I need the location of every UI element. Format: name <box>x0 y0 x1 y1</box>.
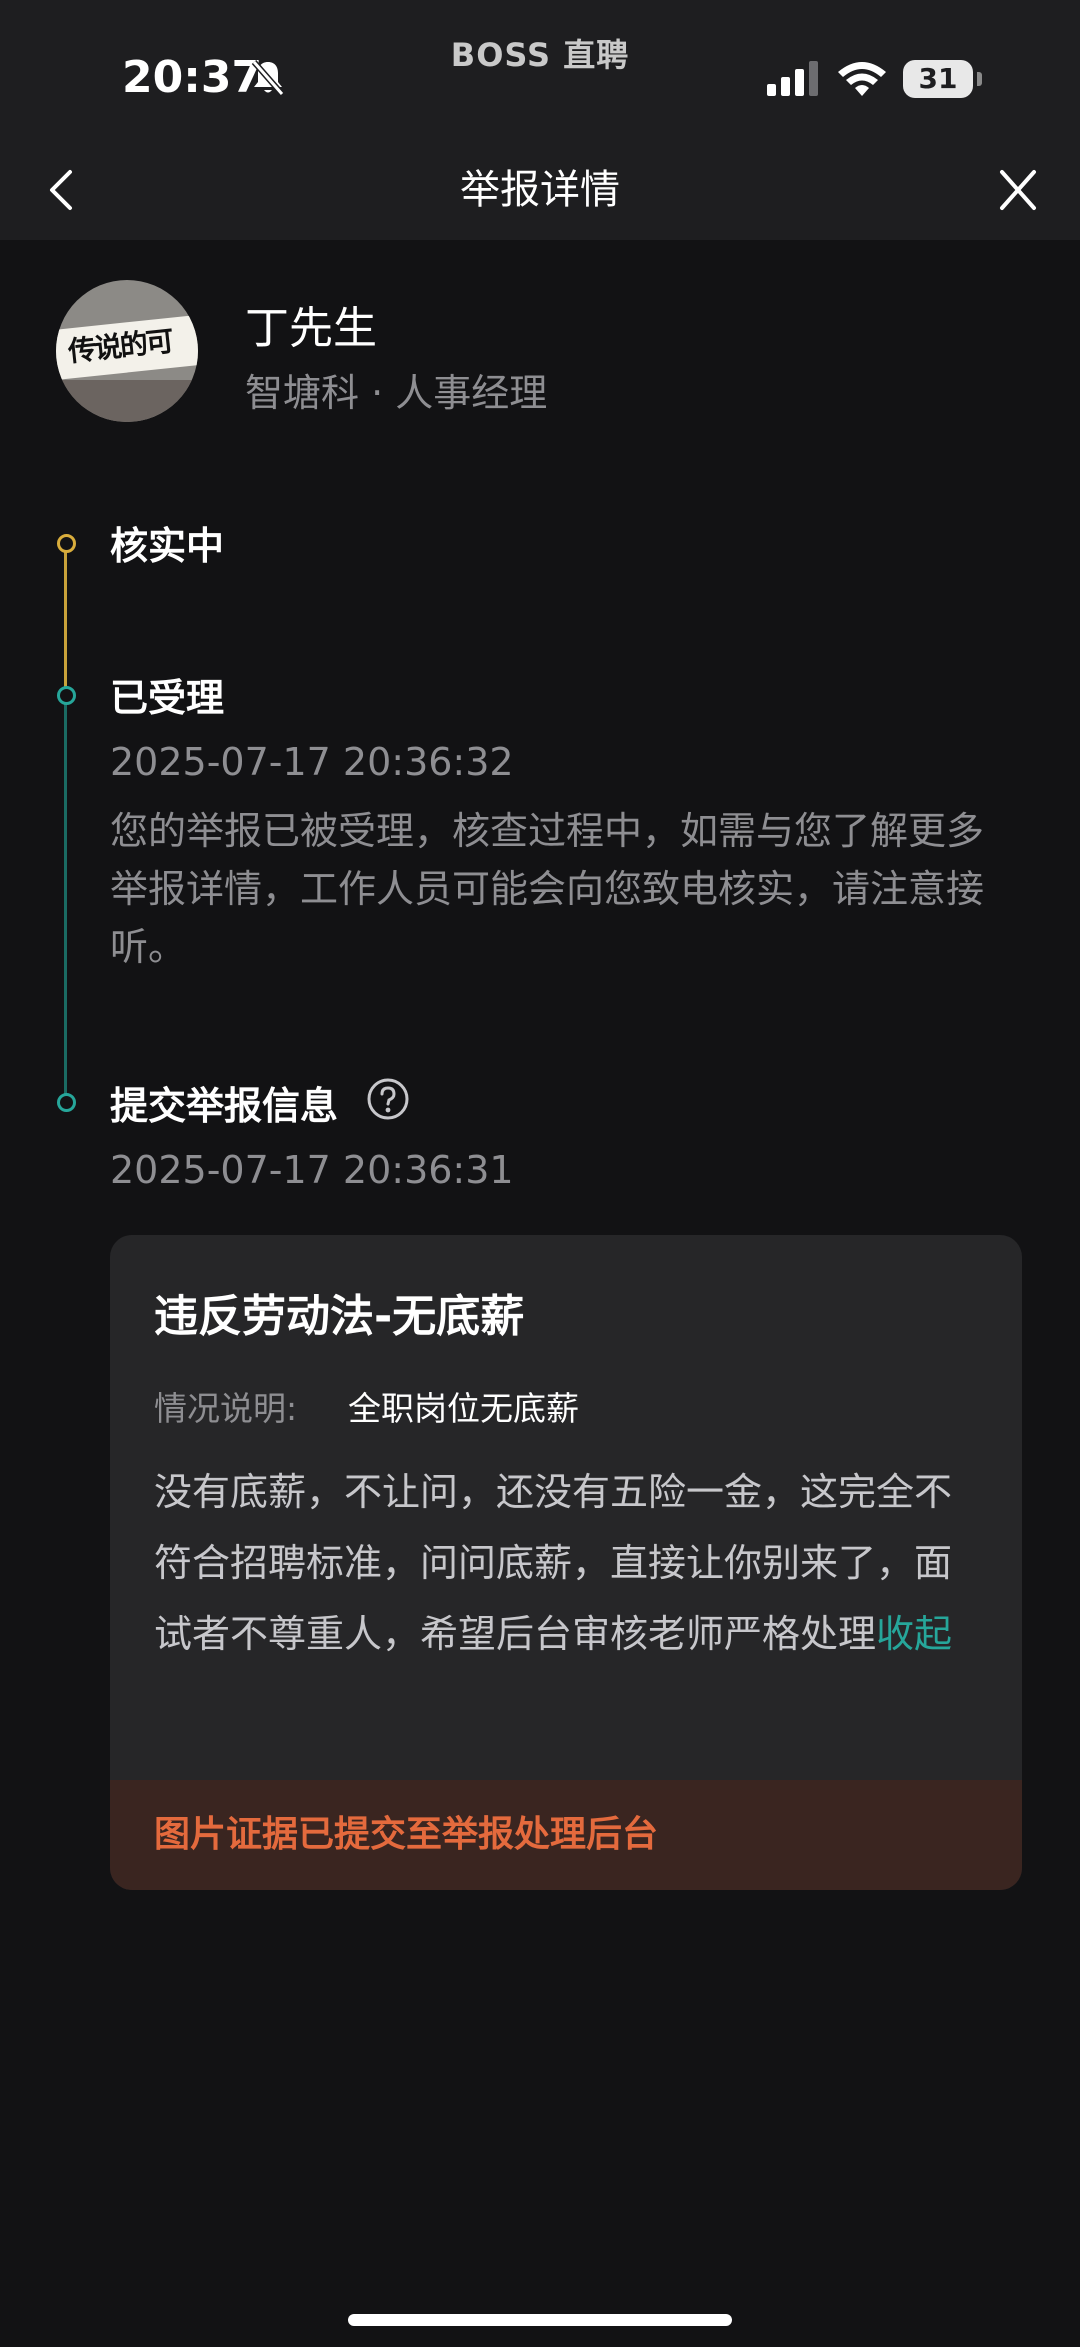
evidence-note: 图片证据已提交至举报处理后台 <box>154 1814 659 1855</box>
wifi-icon <box>838 62 886 96</box>
signal-icon <box>767 61 818 96</box>
detail-label: 情况说明: <box>154 1389 298 1428</box>
step-time-submitted: 2025-07-17 20:36:31 <box>110 1148 514 1192</box>
battery-tip <box>977 72 982 86</box>
report-card: 违反劳动法-无底薪 情况说明: 全职岗位无底薪 没有底薪，不让问，还没有五险一金… <box>110 1235 1022 1890</box>
timeline-dot-current <box>57 534 76 553</box>
collapse-link[interactable]: 收起 <box>876 1612 952 1656</box>
avatar-background <box>56 380 198 422</box>
step-title-accepted: 已受理 <box>110 676 225 720</box>
battery-icon: 31 <box>903 60 973 98</box>
question-circle-icon[interactable] <box>366 1077 410 1121</box>
battery-level: 31 <box>918 62 958 95</box>
timeline-dot-accepted <box>57 686 76 705</box>
detail-text: 没有底薪，不让问，还没有五险一金，这完全不符合招聘标准，问问底薪，直接让你别来了… <box>154 1457 984 1670</box>
close-icon[interactable] <box>996 164 1040 216</box>
page-title: 举报详情 <box>460 167 620 213</box>
step-title-submitted: 提交举报信息 <box>110 1084 339 1128</box>
report-type: 违反劳动法-无底薪 <box>154 1291 525 1342</box>
evidence-banner: 图片证据已提交至举报处理后台 <box>110 1780 1022 1890</box>
detail-body: 没有底薪，不让问，还没有五险一金，这完全不符合招聘标准，问问底薪，直接让你别来了… <box>154 1470 953 1656</box>
step-title-verifying: 核实中 <box>110 524 225 568</box>
timeline-line-done <box>64 698 67 1098</box>
recruiter-name: 丁先生 <box>245 303 377 354</box>
timeline-dot-submitted <box>57 1093 76 1112</box>
home-indicator[interactable] <box>348 2314 732 2326</box>
step-time-accepted: 2025-07-17 20:36:32 <box>110 740 514 784</box>
detail-value: 全职岗位无底薪 <box>348 1389 579 1428</box>
recruiter-company-title: 智塘科 · 人事经理 <box>245 371 548 415</box>
timeline-line-current <box>64 544 67 694</box>
nav-bar: 举报详情 <box>0 140 1080 240</box>
step-description-accepted: 您的举报已被受理，核查过程中，如需与您了解更多举报详情，工作人员可能会向您致电核… <box>110 809 985 969</box>
avatar[interactable]: 传说的可 <box>56 280 198 422</box>
status-bar: 20:37 BOSS 直聘 31 <box>0 0 1080 140</box>
